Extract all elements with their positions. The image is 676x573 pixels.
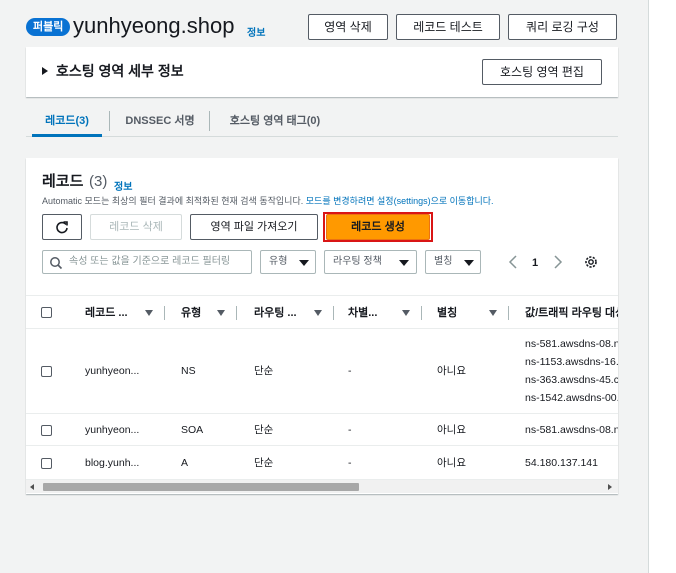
delete-zone-button[interactable]: 영역 삭제	[308, 14, 388, 40]
routing-policy-cell: 단순	[254, 365, 274, 377]
table-row[interactable]: blog.yunh... A 단순 - 아니요 54.180.137.141	[26, 446, 618, 479]
column-differentiator[interactable]: 차별...	[348, 296, 377, 330]
scroll-left-arrow-icon[interactable]	[30, 484, 34, 490]
column-value-routing-target[interactable]: 값/트래픽 라우팅 대상	[525, 296, 618, 330]
column-divider[interactable]	[333, 306, 334, 320]
create-record-highlight	[323, 212, 433, 242]
value-cell: ns-581.awsdns-08.net.	[525, 421, 618, 439]
test-record-button[interactable]: 레코드 테스트	[396, 14, 500, 40]
chevron-down-icon	[299, 260, 309, 266]
import-zone-file-button[interactable]: 영역 파일 가져오기	[190, 214, 318, 240]
scrollbar-thumb[interactable]	[43, 483, 359, 491]
record-name-cell[interactable]: yunhyeon...	[85, 364, 139, 378]
records-description: Automatic 모드는 최상의 필터 결과에 최적화된 현재 검색 동작입니…	[42, 195, 494, 207]
column-divider[interactable]	[508, 306, 509, 320]
record-filter-placeholder: 속성 또는 값을 기준으로 레코드 필터링	[69, 256, 231, 267]
records-count: (3)	[89, 173, 108, 190]
gear-icon[interactable]	[583, 254, 599, 270]
public-badge: 퍼블릭	[26, 18, 71, 36]
type-filter-select[interactable]: 유형	[260, 250, 316, 274]
value-line: ns-581.awsdns-08.net.	[525, 338, 618, 350]
table-row[interactable]: yunhyeon... NS 단순 - 아니요 ns-581.awsdns-08…	[26, 329, 618, 414]
record-type-cell: A	[181, 457, 189, 469]
records-panel: 레코드 (3) 정보 Automatic 모드는 최상의 필터 결과에 최적화된…	[26, 158, 618, 494]
value-line: ns-1542.awsdns-00.co.uk.	[525, 392, 618, 404]
scroll-right-arrow-icon[interactable]	[608, 484, 612, 490]
settings-link[interactable]: 모드를 변경하려면 설정(settings)으로 이동합니다.	[306, 196, 494, 206]
tab-dnssec-signing[interactable]: DNSSEC 서명	[116, 107, 204, 137]
search-icon	[50, 257, 63, 270]
value-cell: ns-581.awsdns-08.net. ns-1153.awsdns-16.…	[525, 335, 618, 407]
title-info-link[interactable]: 정보	[247, 24, 265, 39]
record-type-cell: SOA	[181, 424, 204, 436]
tab-hosted-zone-tags[interactable]: 호스팅 영역 태그(0)	[218, 107, 332, 137]
sort-icon[interactable]	[489, 310, 497, 316]
column-record-name[interactable]: 레코드 ...	[85, 296, 128, 330]
routing-policy-filter-select[interactable]: 라우팅 정책	[324, 250, 417, 274]
value-cell: 54.180.137.141	[525, 454, 618, 472]
tab-divider	[109, 111, 110, 131]
column-divider[interactable]	[164, 306, 165, 320]
hosted-zone-details-toggle[interactable]: 호스팅 영역 세부 정보	[56, 62, 184, 80]
record-filter-input[interactable]: 속성 또는 값을 기준으로 레코드 필터링	[42, 250, 252, 274]
row-checkbox[interactable]	[41, 458, 52, 469]
alias-cell: 아니요	[437, 424, 466, 436]
records-table-header: 레코드 ... 유형 라우팅 ... 차별... 별칭 값/트래픽 라우팅 대상	[26, 295, 618, 329]
routing-policy-cell: 단순	[254, 457, 274, 469]
records-title: 레코드	[42, 173, 84, 190]
sort-icon[interactable]	[402, 310, 410, 316]
records-info-link[interactable]: 정보	[114, 178, 132, 193]
chevron-down-icon	[399, 260, 409, 266]
column-divider[interactable]	[236, 306, 237, 320]
refresh-button[interactable]	[42, 214, 82, 240]
chevron-down-icon	[464, 260, 474, 266]
value-line: ns-581.awsdns-08.net.	[525, 424, 618, 436]
column-alias[interactable]: 별칭	[437, 296, 457, 330]
value-line: ns-1153.awsdns-16.org.	[525, 356, 618, 368]
row-checkbox[interactable]	[41, 366, 52, 377]
tab-bar: 레코드(3) DNSSEC 서명 호스팅 영역 태그(0)	[26, 107, 618, 137]
record-name-cell[interactable]: blog.yunh...	[85, 456, 139, 470]
current-page-number[interactable]: 1	[532, 256, 538, 270]
routing-policy-cell: 단순	[254, 424, 274, 436]
sort-icon[interactable]	[217, 310, 225, 316]
differentiator-cell: -	[348, 457, 352, 469]
differentiator-cell: -	[348, 365, 352, 377]
column-routing-policy[interactable]: 라우팅 ...	[254, 296, 297, 330]
column-type[interactable]: 유형	[181, 296, 201, 330]
refresh-icon	[56, 221, 68, 234]
value-line: 54.180.137.141	[525, 457, 598, 469]
alias-filter-label: 별칭	[434, 256, 453, 267]
select-all-checkbox[interactable]	[41, 307, 52, 318]
horizontal-scrollbar[interactable]	[26, 479, 618, 493]
alias-filter-select[interactable]: 별칭	[425, 250, 481, 274]
previous-page-icon[interactable]	[508, 255, 518, 269]
tab-records[interactable]: 레코드(3)	[32, 107, 102, 137]
page-header: 퍼블릭 yunhyeong.shop 정보 영역 삭제 레코드 테스트 쿼리 로…	[26, 10, 618, 44]
hosted-zone-details-panel: 호스팅 영역 세부 정보 호스팅 영역 편집	[26, 47, 618, 97]
sort-icon[interactable]	[145, 310, 153, 316]
differentiator-cell: -	[348, 424, 352, 436]
expand-caret-icon[interactable]	[42, 67, 48, 75]
type-filter-label: 유형	[269, 256, 288, 267]
configure-query-logging-button[interactable]: 쿼리 로깅 구성	[508, 14, 617, 40]
table-row[interactable]: yunhyeon... SOA 단순 - 아니요 ns-581.awsdns-0…	[26, 414, 618, 446]
routing-filter-label: 라우팅 정책	[333, 256, 382, 267]
page-title: yunhyeong.shop	[73, 13, 235, 38]
delete-record-button[interactable]: 레코드 삭제	[90, 214, 182, 240]
search-mode-text: Automatic 모드는 최상의 필터 결과에 최적화된 현재 검색 동작입니…	[42, 196, 304, 206]
column-divider[interactable]	[421, 306, 422, 320]
record-name-cell[interactable]: yunhyeon...	[85, 423, 139, 437]
tab-divider	[209, 111, 210, 131]
next-page-icon[interactable]	[553, 255, 563, 269]
row-checkbox[interactable]	[41, 425, 52, 436]
record-type-cell: NS	[181, 365, 196, 377]
sort-icon[interactable]	[314, 310, 322, 316]
alias-cell: 아니요	[437, 365, 466, 377]
edit-hosted-zone-button[interactable]: 호스팅 영역 편집	[482, 59, 602, 85]
alias-cell: 아니요	[437, 457, 466, 469]
value-line: ns-363.awsdns-45.com.	[525, 374, 618, 386]
right-panel-edge	[648, 0, 676, 573]
